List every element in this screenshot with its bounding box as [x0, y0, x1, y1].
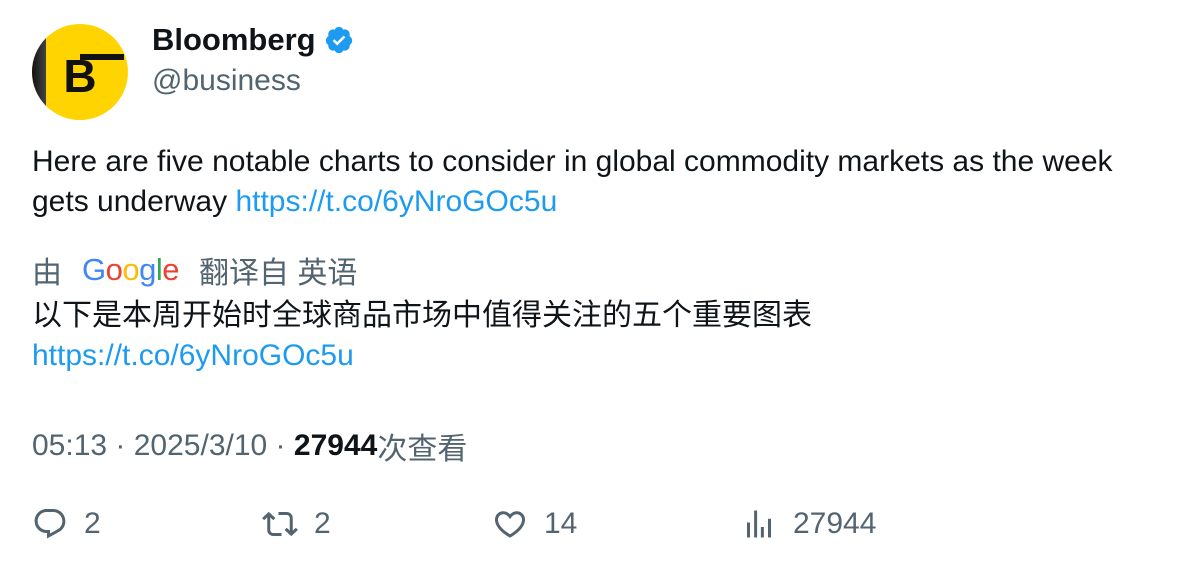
meta-separator: · [107, 429, 134, 462]
translated-body: 以下是本周开始时全球商品市场中值得关注的五个重要图表 [32, 299, 812, 332]
display-name[interactable]: Bloomberg [152, 22, 316, 58]
tweet-date[interactable]: 2025/3/10 [134, 429, 267, 463]
reply-icon [34, 509, 66, 539]
translated-text: 以下是本周开始时全球商品市场中值得关注的五个重要图表 https://t.co/… [32, 296, 1162, 376]
views-label: 次查看 [377, 433, 468, 466]
views-count: 27944 [293, 429, 378, 462]
analytics-icon [747, 510, 771, 538]
heart-icon [494, 511, 526, 538]
verified-badge-icon [325, 26, 352, 54]
tweet-body: Here are five notable charts to consider… [32, 145, 1113, 218]
translation-attribution: 由 Google 翻译自 英语 [32, 248, 357, 292]
repost-count: 2 [314, 507, 331, 540]
like-count: 14 [544, 507, 578, 540]
translated-link[interactable]: https://t.co/6yNroGOc5u [32, 336, 1162, 376]
reply-button[interactable]: 2 [32, 506, 101, 542]
reply-count: 2 [84, 507, 101, 540]
avatar[interactable]: B [32, 24, 128, 120]
tweet-text: Here are five notable charts to consider… [32, 142, 1162, 222]
google-logo[interactable]: Google [82, 252, 180, 288]
like-button[interactable]: 14 [492, 506, 577, 542]
author-name-row: Bloomberg [152, 22, 354, 58]
tweet-meta: 05:13 · 2025/3/10 · 27944 次查看 [32, 424, 467, 468]
translation-suffix: 翻译自 英语 [199, 257, 358, 290]
tweet-time[interactable]: 05:13 [32, 429, 107, 463]
action-bar: 2 2 14 27944 [0, 506, 1196, 560]
views-button[interactable]: 27944 [741, 506, 876, 542]
translation-prefix: 由 [32, 257, 62, 290]
repost-button[interactable]: 2 [262, 506, 331, 542]
meta-separator: · [267, 429, 294, 462]
author-handle[interactable]: @business [152, 64, 301, 98]
repost-icon [262, 511, 298, 537]
analytics-count: 27944 [793, 507, 877, 540]
tweet-link[interactable]: https://t.co/6yNroGOc5u [235, 185, 557, 218]
avatar-letter: B [63, 50, 97, 102]
